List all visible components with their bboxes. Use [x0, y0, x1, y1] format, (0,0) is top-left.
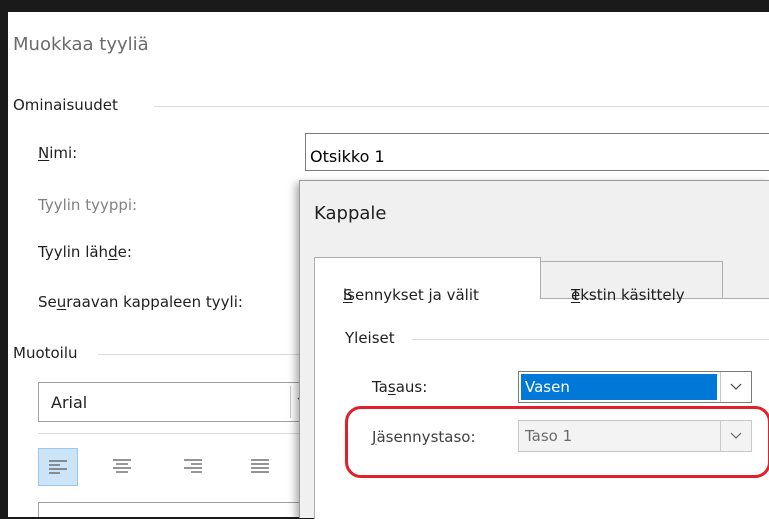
outline-level-label: Jäsennystaso: [372, 428, 476, 446]
outline-level-select[interactable]: Taso 1 [518, 420, 752, 452]
style-type-label: Tyylin tyyppi: [38, 196, 138, 214]
tab-indents-and-spacing[interactable]: Sisennykset ja välit [314, 257, 541, 304]
align-left-icon [49, 460, 67, 474]
tab-line-and-page-breaks[interactable]: Tekstin käsittely [540, 261, 723, 304]
chevron-down-icon[interactable] [720, 372, 751, 402]
align-center-icon [113, 459, 131, 473]
alignment-label: Tasaus: [372, 378, 428, 396]
properties-group-label: Ominaisuudet [13, 96, 118, 114]
align-left-button[interactable] [38, 448, 78, 486]
align-right-button[interactable] [173, 448, 213, 486]
general-divider [412, 339, 769, 340]
alignment-selected-value: Vasen [521, 374, 717, 400]
paragraph-dialog: Kappale Sisennykset ja välit Tekstin käs… [299, 180, 769, 519]
align-justify-icon [251, 459, 269, 473]
align-justify-button[interactable] [240, 448, 280, 486]
general-group-label: Yleiset [345, 329, 395, 347]
font-value: Arial [51, 393, 88, 412]
dialog-title: Kappale [314, 203, 387, 224]
style-preview-box [38, 502, 318, 517]
properties-divider [154, 106, 769, 107]
align-center-button[interactable] [102, 448, 142, 486]
following-style-label: Seuraavan kappaleen tyyli: [38, 293, 243, 311]
formatting-toolbar-divider [38, 433, 313, 434]
font-select[interactable]: Arial [38, 382, 318, 422]
name-input[interactable] [305, 133, 769, 171]
dialog-title: Muokkaa tyyliä [13, 34, 149, 55]
chevron-down-icon[interactable] [720, 421, 751, 451]
align-right-icon [184, 459, 202, 473]
formatting-group-label: Muotoilu [13, 344, 78, 362]
style-based-on-label: Tyylin lähde: [38, 243, 132, 261]
outline-level-value: Taso 1 [525, 427, 573, 445]
formatting-divider [98, 354, 313, 355]
name-label: Nimi: [38, 144, 78, 162]
alignment-select[interactable]: Vasen [518, 371, 752, 403]
